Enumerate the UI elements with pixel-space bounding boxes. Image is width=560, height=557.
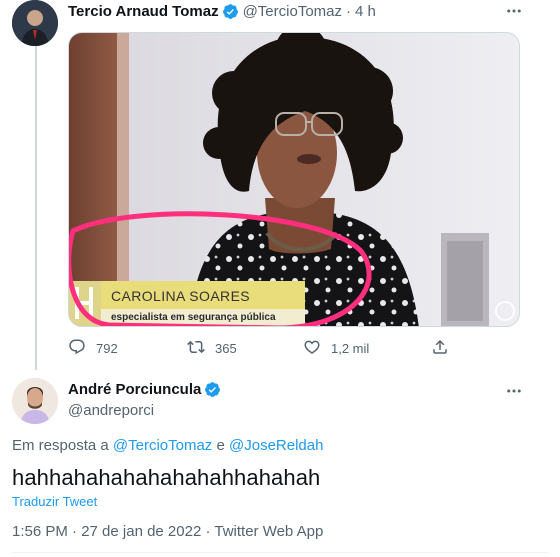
- tweet1-separator: ·: [346, 2, 351, 20]
- retweet-icon: [187, 338, 215, 359]
- tweet2-text: hahhahahahahahahahhahahah: [12, 465, 321, 490]
- tweet1-media-image[interactable]: CAROLINA SOARES especialista em seguranç…: [68, 32, 520, 327]
- reply-user-link-1[interactable]: @TercioTomaz: [113, 437, 212, 454]
- verified-badge-icon: [204, 381, 221, 398]
- translate-tweet-link[interactable]: Traduzir Tweet: [12, 494, 97, 509]
- tweet2-timestamp[interactable]: 1:56 PM · 27 de jan de 2022 · Twitter We…: [12, 523, 323, 540]
- reply-icon: [68, 338, 96, 359]
- tweet1-time[interactable]: 4 h: [355, 3, 376, 20]
- tweet2-handle[interactable]: @andreporci: [68, 402, 154, 419]
- reply-user-link-2[interactable]: @JoseReldah: [229, 437, 323, 454]
- thread-connector-line: [35, 46, 37, 370]
- reply-count: 792: [96, 341, 118, 356]
- more-icon[interactable]: [504, 381, 524, 401]
- verified-badge-icon: [222, 3, 239, 20]
- reply-prefix: Em resposta a: [12, 437, 109, 454]
- tweet1-handle[interactable]: @TercioTomaz: [243, 3, 342, 20]
- lower-third-name: CAROLINA SOARES: [111, 288, 251, 304]
- like-icon: [303, 338, 331, 359]
- divider: [12, 552, 548, 553]
- tweet1-actions: 792 365 1,2 mil: [68, 338, 520, 360]
- tweet2-author-row: André Porciuncula: [68, 381, 225, 398]
- share-icon: [431, 338, 459, 359]
- like-count: 1,2 mil: [331, 341, 370, 356]
- like-button[interactable]: 1,2 mil: [303, 338, 369, 359]
- retweet-button[interactable]: 365: [187, 338, 237, 359]
- tweet2-avatar[interactable]: [12, 378, 58, 424]
- tweet1-header: Tercio Arnaud Tomaz @TercioTomaz · 4 h: [68, 1, 376, 21]
- tweet1-author-name[interactable]: Tercio Arnaud Tomaz: [68, 3, 219, 20]
- tweet1-avatar[interactable]: [12, 0, 58, 46]
- more-icon[interactable]: [504, 1, 524, 21]
- reply-conjunction: e: [216, 437, 225, 454]
- lower-third-title: especialista em segurança pública: [111, 312, 276, 323]
- retweet-count: 365: [215, 341, 237, 356]
- share-button[interactable]: [431, 338, 459, 359]
- reply-context: Em resposta a @TercioTomaz e @JoseReldah: [12, 437, 323, 454]
- tweet2-author-name[interactable]: André Porciuncula: [68, 381, 201, 398]
- reply-button[interactable]: 792: [68, 338, 118, 359]
